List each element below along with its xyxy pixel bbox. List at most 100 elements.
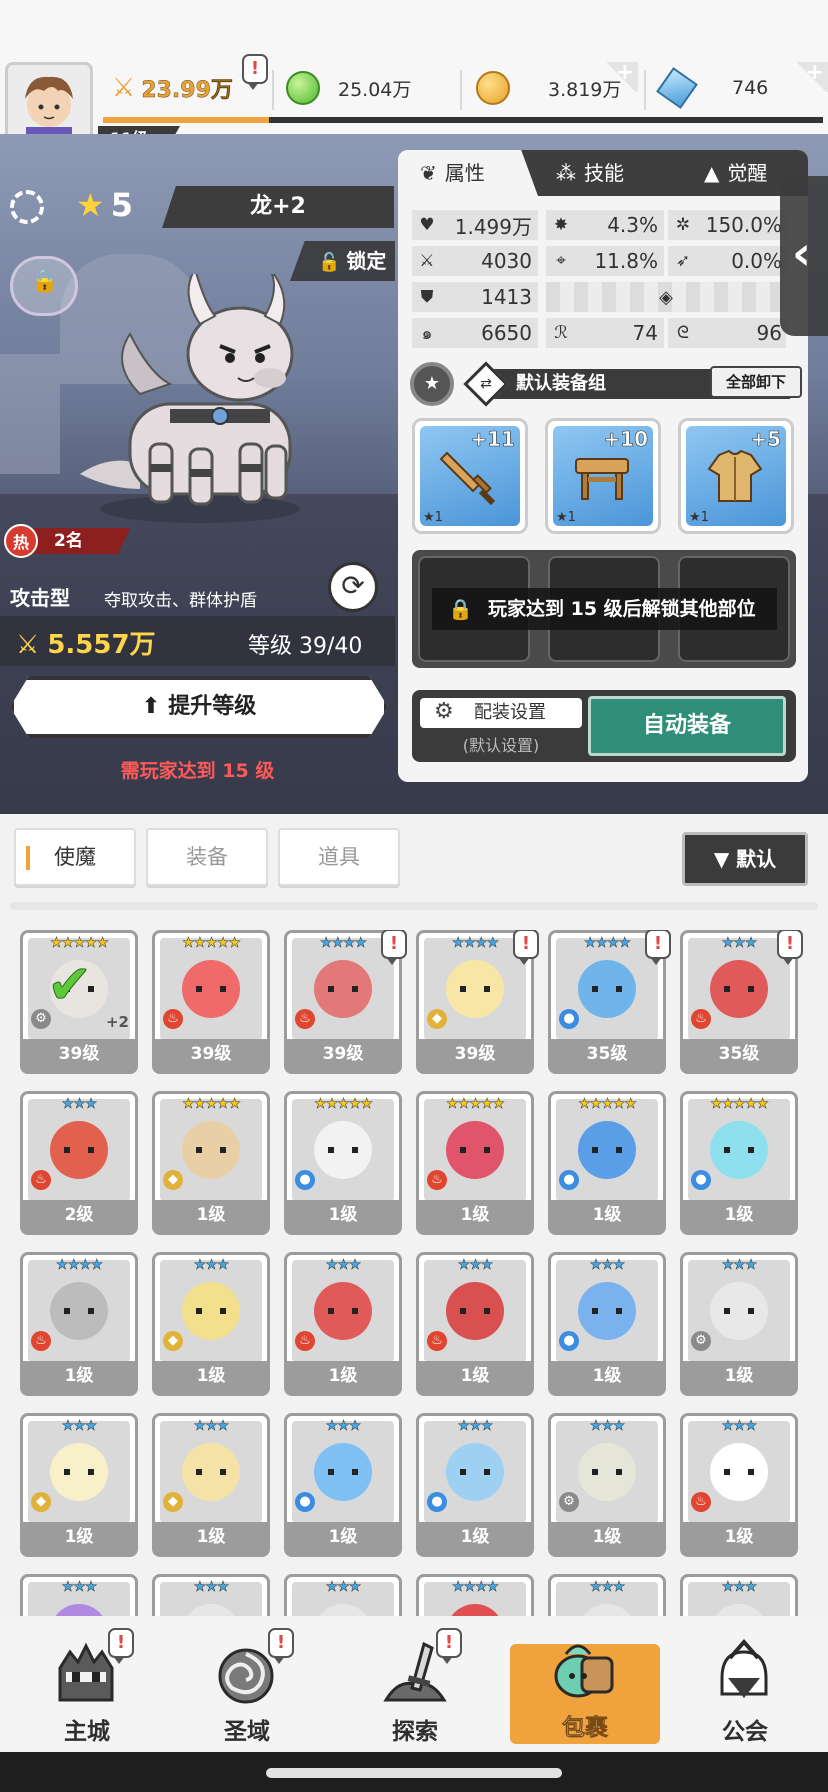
familiar-card[interactable]: ★★★ ♨ 2级 [20, 1091, 138, 1235]
nav-explore[interactable]: 探索 [340, 1616, 490, 1752]
familiar-card[interactable]: ★★★ ◆ 1级 [152, 1252, 270, 1396]
familiar-card[interactable]: ★★★ ♨ 1级 [284, 1252, 402, 1396]
auto-equip-button[interactable]: 自动装备 [588, 696, 786, 756]
equip-slot-accessory[interactable]: +10 ★1 [545, 418, 661, 534]
familiar-card[interactable]: ★★★★ ♨ 1级 [20, 1252, 138, 1396]
familiar-card[interactable]: ★★★ ⚙ 1级 [548, 1413, 666, 1557]
familiar-card[interactable]: ★★★ [548, 1574, 666, 1620]
familiar-card[interactable]: ★★★★★ ● 1级 [548, 1091, 666, 1235]
panel-tabs: ❦ 属性 ⁂ 技能 ▲ 觉醒 [398, 150, 808, 196]
familiar-card[interactable]: ★★★ ♨ 1级 [416, 1252, 534, 1396]
familiar-card[interactable]: ★★★★★ ◆ 1级 [152, 1091, 270, 1235]
tab-skills[interactable]: ⁂ 技能 [556, 150, 624, 196]
familiar-level: 35级 [683, 1039, 795, 1071]
tab-items[interactable]: 道具 [278, 828, 400, 886]
familiar-eyes [328, 1469, 358, 1475]
star-rating: ★★★★★ [182, 935, 241, 952]
familiar-eyes [328, 1308, 358, 1314]
skin-locked-icon[interactable] [10, 256, 78, 316]
stat-value: 0.0% [731, 249, 782, 273]
familiar-card[interactable]: ★★★ ◆ 1级 [152, 1413, 270, 1557]
familiar-card[interactable]: ★★★★ ◆ 39级 [416, 930, 539, 1074]
dragon-character [80, 274, 300, 523]
wind-element-icon: ◆ [427, 1009, 447, 1029]
green-gem-resource[interactable]: 25.04万 [286, 66, 411, 110]
familiar-card[interactable]: ★★★ ⚙ 1级 [680, 1252, 798, 1396]
familiar-card[interactable]: ★★★ ● 1级 [284, 1413, 402, 1557]
familiar-level: 1级 [155, 1200, 267, 1232]
water-element-icon: ● [691, 1170, 711, 1190]
collapse-panel-handle[interactable]: ‹ [780, 176, 828, 336]
familiar-card[interactable]: ★★★★★ ♨ 1级 [416, 1091, 534, 1235]
star-badge-icon: ★ [410, 362, 454, 406]
sort-dropdown[interactable]: ▼ 默认 [682, 832, 808, 886]
familiar-card[interactable]: ★★★★★ ● 1级 [680, 1091, 798, 1235]
attributes-icon: ❦ [420, 161, 437, 185]
familiar-card[interactable]: ★★★★★ ● 1级 [284, 1091, 402, 1235]
hero-level: 等级 39/40 [248, 634, 363, 659]
tab-familiars[interactable]: 使魔 [14, 828, 136, 886]
familiar-card[interactable]: ★★★ ● 1级 [548, 1252, 666, 1396]
familiar-card[interactable]: ★★★ [284, 1574, 402, 1620]
upgrade-level-button[interactable]: ⬆ 提升等级 [10, 676, 388, 738]
familiar-level: 39级 [287, 1039, 399, 1071]
familiar-card[interactable]: ★★★ [680, 1574, 798, 1620]
familiar-card[interactable]: ★★★ ● 1级 [416, 1413, 534, 1557]
familiar-card[interactable]: ★★★ ♨ 1级 [680, 1413, 798, 1557]
star-rating: ★★★ [721, 1579, 757, 1596]
divider [644, 70, 646, 110]
heart-icon: ♥ [419, 215, 435, 235]
enhance-level: +10 [603, 427, 648, 452]
gear-element-icon: ⚙ [31, 1009, 51, 1029]
exp-bar [103, 117, 823, 123]
nav-main-city[interactable]: 主城 [12, 1616, 162, 1752]
tab-equipment[interactable]: 装备 [146, 828, 268, 886]
nav-bag[interactable]: 包裹 [510, 1644, 660, 1744]
gear-element-icon: ⚙ [691, 1331, 711, 1351]
familiar-card[interactable]: ★★★★★ ✔ +2 ⚙ 39级 [20, 930, 138, 1074]
burst-icon: ✸ [553, 215, 569, 235]
familiar-card[interactable]: ★★★★ ● 35级 [548, 930, 671, 1074]
familiar-card[interactable]: ★★★ [20, 1574, 138, 1620]
refresh-icon[interactable]: ⟳ [328, 562, 378, 612]
unequip-all-button[interactable]: 全部卸下 [710, 366, 802, 398]
lock-label: 锁定 [346, 249, 387, 273]
equip-slot-weapon[interactable]: +11 ★1 [412, 418, 528, 534]
alert-icon[interactable] [242, 54, 268, 90]
familiar-card[interactable]: ★★★★ ♨ 39级 [284, 930, 407, 1074]
nav-label: 主城 [64, 1719, 110, 1745]
star-rating: ★★★ [589, 1418, 625, 1435]
familiar-card[interactable]: ★★★★★ ♨ 39级 [152, 930, 270, 1074]
familiar-eyes [196, 1147, 226, 1153]
sword-icon: ⚔ [419, 251, 435, 271]
tab-attributes[interactable]: ❦ 属性 [398, 150, 538, 196]
tab-awaken[interactable]: ▲ 觉醒 [704, 150, 767, 196]
fire-element-icon: ♨ [31, 1331, 51, 1351]
locked-equipment-slots: 🔒 玩家达到 15 级后解锁其他部位 [412, 550, 796, 668]
add-crystal-button[interactable]: + [794, 60, 828, 92]
familiar-eyes [592, 986, 622, 992]
home-indicator[interactable] [266, 1768, 562, 1778]
gold-resource[interactable]: 3.819万 [476, 66, 621, 110]
loadout-current: (默认设置) [462, 736, 540, 755]
fire-element-icon: ♨ [31, 1170, 51, 1190]
hot-rank-value: 2名 [30, 528, 130, 554]
equip-slot-armor[interactable]: +5 ★1 [678, 418, 794, 534]
loadout-area: ⚙ 配装设置 (默认设置) 自动装备 [412, 690, 796, 762]
nav-guild[interactable]: 公会 [670, 1616, 820, 1752]
familiar-card[interactable]: ★★★ [152, 1574, 270, 1620]
familiar-card[interactable]: ★★★★ [416, 1574, 534, 1620]
familiar-eyes [460, 1147, 490, 1153]
fire-element-icon: ♨ [295, 1331, 315, 1351]
water-element-icon: ● [559, 1009, 579, 1029]
equipment-slots: +11 ★1 +10 ★1 +5 ★1 [412, 418, 796, 536]
familiar-card[interactable]: ★★★ ♨ 35级 [680, 930, 803, 1074]
tab-label: 属性 [444, 161, 485, 185]
add-gold-button[interactable]: + [604, 60, 638, 92]
nav-sanctuary[interactable]: 圣域 [172, 1616, 322, 1752]
stat-row: ♥ 1.499万 ✸ 4.3% ✲ 150.0% [412, 210, 796, 240]
loadout-settings-button[interactable]: ⚙ 配装设置 [420, 698, 582, 728]
crystal-resource[interactable]: 746 [656, 66, 768, 110]
familiar-card[interactable]: ★★★ ◆ 1级 [20, 1413, 138, 1557]
stat-atk: ⚔ 4030 [412, 246, 538, 276]
